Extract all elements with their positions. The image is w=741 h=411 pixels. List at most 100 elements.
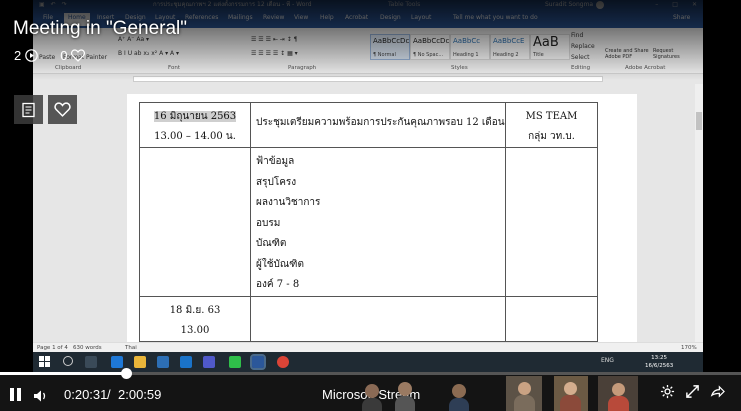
table-cell-topic: ประชุมเตรียมความพร้อมการประกันคุณภาพรอบ … xyxy=(250,102,506,148)
line-icon xyxy=(229,356,241,368)
ruler xyxy=(33,74,703,84)
row1-time: 13.00 – 14.00 น. xyxy=(154,131,236,142)
participant-thumbnail xyxy=(444,376,474,411)
participant-thumbnail xyxy=(506,376,542,411)
window-buttons: – □ ✕ xyxy=(655,0,697,10)
pause-button[interactable] xyxy=(8,387,24,403)
row3-date: 18 มิ.ย. 63 xyxy=(169,304,221,316)
row1-date: 16 มิถุนายน 2563 xyxy=(153,111,237,122)
transcript-icon xyxy=(21,102,35,117)
time-separator: / xyxy=(107,387,111,402)
row1-group: กลุ่ม วท.บ. xyxy=(528,131,575,142)
group-clipboard: Clipboard xyxy=(55,65,82,71)
maximize-icon: □ xyxy=(672,1,678,8)
page-count: Page 1 of 4 xyxy=(37,345,68,351)
document-page: 16 มิถุนายน 2563 13.00 – 14.00 น. ประชุม… xyxy=(127,94,637,362)
word-document-title: การประชุมคุณภาพฯ 2 แต่งตั้งกรรมการ 12 เด… xyxy=(153,1,312,8)
tab-help: Help xyxy=(320,14,334,21)
redo-icon: ↷ xyxy=(61,1,67,8)
table-cell-empty xyxy=(250,295,506,342)
word-user-avatar xyxy=(596,1,604,9)
list-item: บัณฑิต xyxy=(256,238,287,249)
style-title: AaB Title xyxy=(530,34,570,60)
volume-button[interactable] xyxy=(33,388,49,407)
heart-icon xyxy=(54,102,71,117)
chrome-icon xyxy=(277,356,289,368)
word-user-name: Suradit Songma xyxy=(545,1,594,8)
mail-icon xyxy=(180,356,192,368)
participant-thumbnails xyxy=(358,376,741,411)
transcript-button[interactable] xyxy=(14,95,43,124)
list-item: อบรม xyxy=(256,217,281,229)
word-icon xyxy=(250,354,266,370)
tab-review: Review xyxy=(263,14,285,21)
request-signatures-label: Request Signatures xyxy=(653,48,680,60)
views-count: 2 xyxy=(14,48,22,63)
progress-bar[interactable] xyxy=(0,368,741,379)
table-cell-empty xyxy=(505,147,598,297)
group-adobe-acrobat: Adobe Acrobat xyxy=(625,65,666,71)
participant-thumbnail xyxy=(598,376,638,411)
paragraph-align-controls: ☰ ☰ ☰ ☰ ↕ ▦ ▾ xyxy=(251,50,298,57)
save-icon: ▣ xyxy=(39,1,45,8)
document-area: 16 มิถุนายน 2563 13.00 – 14.00 น. ประชุม… xyxy=(33,84,703,362)
share-button: Share xyxy=(673,14,691,21)
row1-topic: ประชุมเตรียมความพร้อมการประกันคุณภาพรอบ … xyxy=(256,117,505,128)
zoom-level: 170% xyxy=(681,345,697,351)
taskbar-language: ENG xyxy=(601,357,614,364)
participant-thumbnail xyxy=(554,376,588,411)
table-cell-date: 18 มิ.ย. 63 13.00 xyxy=(139,295,251,342)
task-view-icon xyxy=(85,356,97,368)
tab-table-design: Design xyxy=(380,14,401,21)
schedule-table: 16 มิถุนายน 2563 13.00 – 14.00 น. ประชุม… xyxy=(139,102,598,362)
teams-icon xyxy=(203,356,215,368)
file-explorer-icon xyxy=(134,356,146,368)
table-cell-venue: MS TEAM กลุ่ม วท.บ. xyxy=(505,102,598,148)
tab-acrobat: Acrobat xyxy=(345,14,369,21)
table-tools-label: Table Tools xyxy=(388,1,421,8)
row3-time: 13.00 xyxy=(180,324,210,336)
windows-taskbar: ENG 13:25 16/6/2563 xyxy=(33,352,703,372)
list-item: สรุปโครง xyxy=(256,176,297,188)
participant-thumbnail xyxy=(392,376,418,411)
progress-scrubber[interactable] xyxy=(120,368,132,379)
volume-icon xyxy=(34,390,46,402)
video-stats: 2 0 xyxy=(14,48,86,63)
tab-references: References xyxy=(185,14,219,21)
table-row: 16 มิถุนายน 2563 13.00 – 14.00 น. ประชุม… xyxy=(139,102,598,148)
undo-icon: ↶ xyxy=(50,1,56,8)
heart-icon xyxy=(71,49,86,62)
participant-thumbnail xyxy=(358,376,386,411)
group-paragraph: Paragraph xyxy=(288,65,317,71)
store-icon xyxy=(157,356,169,368)
list-item: ผู้ใช้บัณฑิต xyxy=(256,258,304,270)
table-cell-empty xyxy=(505,295,598,342)
document-scrollbar xyxy=(695,84,703,342)
language-status: Thai xyxy=(125,345,137,351)
table-row: ฟ้าข้อมูล สรุปโครง ผลงานวิชาการ อบรม บัณ… xyxy=(139,147,598,297)
replace-label: Replace xyxy=(571,43,595,50)
select-label: Select xyxy=(571,54,590,61)
word-title-bar: ▣ ↶ ↷ การประชุมคุณภาพฯ 2 แต่งตั้งกรรมการ… xyxy=(33,0,703,10)
tab-table-layout: Layout xyxy=(411,14,432,21)
word-count: 630 words xyxy=(73,345,102,351)
total-time: 2:00:59 xyxy=(118,387,162,402)
close-icon: ✕ xyxy=(691,1,697,8)
word-status-bar: Page 1 of 4 630 words Thai 170% xyxy=(33,342,703,352)
word-window: ▣ ↶ ↷ การประชุมคุณภาพฯ 2 แต่งตั้งกรรมการ… xyxy=(33,0,703,372)
taskbar-clock: 13:25 16/6/2563 xyxy=(645,355,674,369)
tab-view: View xyxy=(294,14,309,21)
like-button[interactable] xyxy=(48,95,77,124)
row1-venue: MS TEAM xyxy=(525,111,578,122)
table-cell-empty xyxy=(139,147,251,297)
find-label: Find xyxy=(571,32,584,39)
table-cell-date: 16 มิถุนายน 2563 13.00 – 14.00 น. xyxy=(139,102,251,148)
windows-start-icon xyxy=(39,356,50,367)
list-item: องค์ 7 - 8 xyxy=(256,279,300,290)
style-heading-2: AaBbCcE Heading 2 xyxy=(490,34,530,60)
quick-access-toolbar: ▣ ↶ ↷ xyxy=(39,0,67,10)
style-no-spacing: AaBbCcDc ¶ No Spac... xyxy=(410,34,450,60)
paragraph-list-controls: ☰ ☰ ☰ ⇤ ⇥ ↕ ¶ xyxy=(251,36,298,43)
minimize-icon: – xyxy=(655,1,659,8)
tab-mailings: Mailings xyxy=(228,14,253,21)
